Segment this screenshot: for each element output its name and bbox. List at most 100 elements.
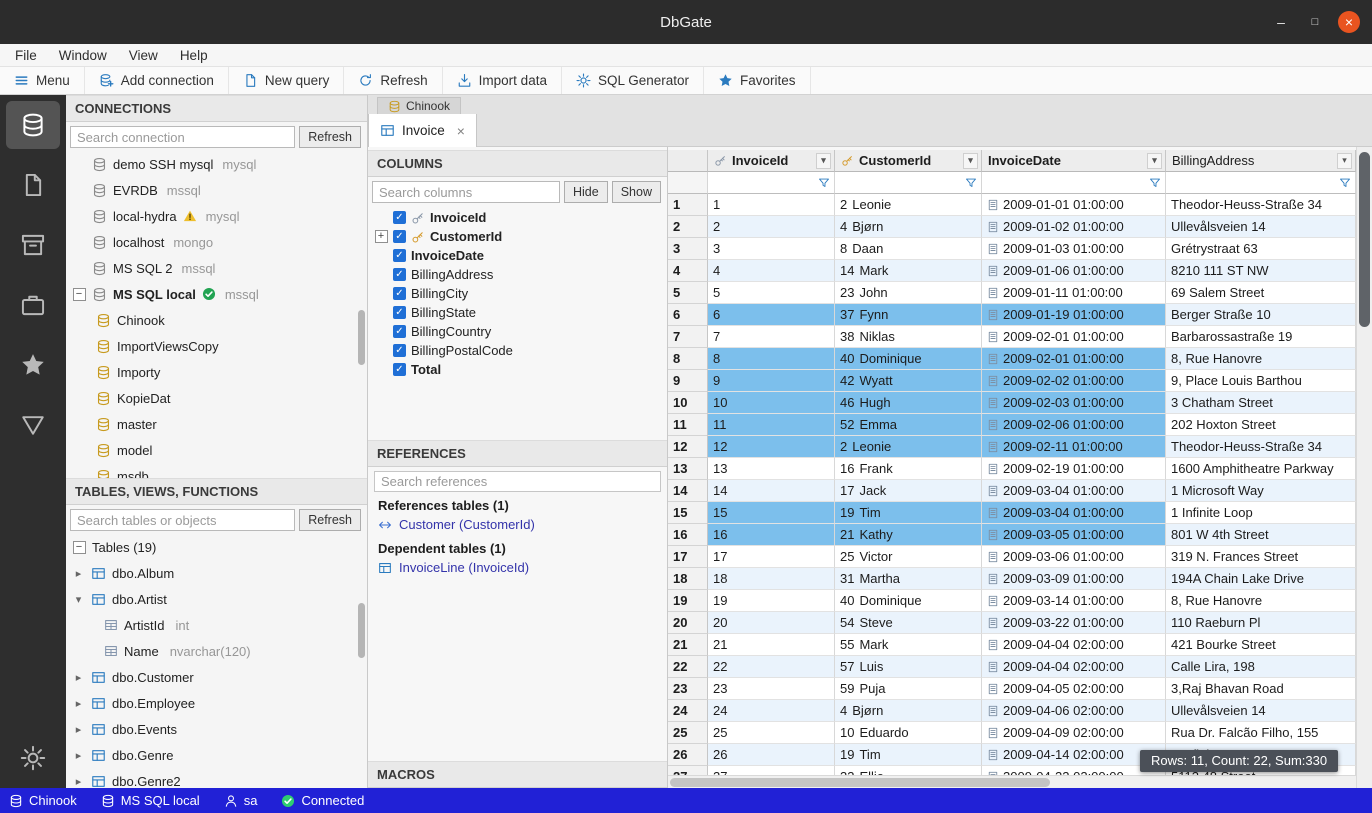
row-number-cell[interactable]: 8 <box>668 348 708 370</box>
cell-billingaddress[interactable]: Theodor-Heuss-Straße 34 <box>1166 194 1356 216</box>
cell-billingaddress[interactable]: 1 Infinite Loop <box>1166 502 1356 524</box>
connection-item-evrdb[interactable]: EVRDBmssql <box>66 177 367 203</box>
cell-invoicedate[interactable]: 2009-04-22 02:00:00 <box>982 766 1166 775</box>
filter-funnel-icon[interactable] <box>1339 177 1351 189</box>
connection-item-importy[interactable]: Importy <box>66 359 367 385</box>
cell-invoicedate[interactable]: 2009-04-05 02:00:00 <box>982 678 1166 700</box>
cell-invoicedate[interactable]: 2009-02-11 01:00:00 <box>982 436 1166 458</box>
cell-billingaddress[interactable]: Berger Straße 10 <box>1166 304 1356 326</box>
row-number-cell[interactable]: 10 <box>668 392 708 414</box>
cell-customerid[interactable]: 37Fynn <box>835 304 982 326</box>
cell-customerid[interactable]: 33Ellie <box>835 766 982 775</box>
cell-invoicedate[interactable]: 2009-04-06 02:00:00 <box>982 700 1166 722</box>
cell-invoicedate[interactable]: 2009-03-04 01:00:00 <box>982 480 1166 502</box>
toolbar-refresh[interactable]: Refresh <box>344 67 442 94</box>
cell-invoiceid[interactable]: 17 <box>708 546 835 568</box>
column-item-artistid[interactable]: ArtistIdint <box>66 612 367 638</box>
connection-item-importviewscopy[interactable]: ImportViewsCopy <box>66 333 367 359</box>
cell-invoiceid[interactable]: 15 <box>708 502 835 524</box>
connection-item-demo-ssh-mysql[interactable]: demo SSH mysqlmysql <box>66 151 367 177</box>
cell-invoiceid[interactable]: 14 <box>708 480 835 502</box>
cell-invoicedate[interactable]: 2009-01-03 01:00:00 <box>982 238 1166 260</box>
row-number-cell[interactable]: 18 <box>668 568 708 590</box>
cell-invoicedate[interactable]: 2009-04-09 02:00:00 <box>982 722 1166 744</box>
table-item-tables-19[interactable]: −Tables (19) <box>66 534 367 560</box>
cell-customerid[interactable]: 10Eduardo <box>835 722 982 744</box>
cell-customerid[interactable]: 17Jack <box>835 480 982 502</box>
cell-billingaddress[interactable]: 69 Salem Street <box>1166 282 1356 304</box>
cell-billingaddress[interactable]: 1 Microsoft Way <box>1166 480 1356 502</box>
cell-invoicedate[interactable]: 2009-04-04 02:00:00 <box>982 656 1166 678</box>
horizontal-scroll-thumb[interactable] <box>670 778 1050 787</box>
toolbar-import-data[interactable]: Import data <box>443 67 562 94</box>
cell-billingaddress[interactable]: 3 Chatham Street <box>1166 392 1356 414</box>
cell-customerid[interactable]: 19Tim <box>835 744 982 766</box>
connection-item-msdb[interactable]: msdb <box>66 463 367 478</box>
row-number-cell[interactable]: 5 <box>668 282 708 304</box>
filter-input-invoicedate[interactable] <box>986 176 1146 190</box>
cell-invoiceid[interactable]: 26 <box>708 744 835 766</box>
filter-funnel-icon[interactable] <box>818 177 830 189</box>
cell-customerid[interactable]: 57Luis <box>835 656 982 678</box>
toolbar-new-query[interactable]: New query <box>229 67 345 94</box>
column-checkbox-row-invoicedate[interactable]: ✓InvoiceDate <box>368 246 667 265</box>
row-number-cell[interactable]: 20 <box>668 612 708 634</box>
search-references-input[interactable] <box>374 471 661 492</box>
cell-invoiceid[interactable]: 5 <box>708 282 835 304</box>
cell-billingaddress[interactable]: Ullevålsveien 14 <box>1166 216 1356 238</box>
grid-vertical-scrollbar[interactable] <box>1356 147 1372 788</box>
database-tab-chinook[interactable]: Chinook <box>377 97 461 114</box>
cell-invoiceid[interactable]: 2 <box>708 216 835 238</box>
column-checkbox-row-billingaddress[interactable]: ✓BillingAddress <box>368 265 667 284</box>
column-header-invoicedate[interactable]: InvoiceDate▾ <box>982 150 1166 172</box>
reference-link-customer-customerid[interactable]: Customer (CustomerId) <box>378 517 657 532</box>
cell-customerid[interactable]: 21Kathy <box>835 524 982 546</box>
column-checkbox[interactable]: ✓ <box>393 230 406 243</box>
connection-item-localhost[interactable]: localhostmongo <box>66 229 367 255</box>
column-checkbox-row-invoiceid[interactable]: ✓InvoiceId <box>368 208 667 227</box>
column-header-billingaddress[interactable]: BillingAddress▾ <box>1166 150 1356 172</box>
cell-customerid[interactable]: 54Steve <box>835 612 982 634</box>
table-item-dbo-album[interactable]: ▸dbo.Album <box>66 560 367 586</box>
cell-customerid[interactable]: 42Wyatt <box>835 370 982 392</box>
vertical-scroll-thumb[interactable] <box>1359 152 1370 327</box>
cell-invoiceid[interactable]: 7 <box>708 326 835 348</box>
cell-invoiceid[interactable]: 4 <box>708 260 835 282</box>
statusbar-item-chinook[interactable]: Chinook <box>9 793 77 808</box>
statusbar-item-connected[interactable]: Connected <box>281 793 364 808</box>
row-number-cell[interactable]: 2 <box>668 216 708 238</box>
cell-billingaddress[interactable]: 9, Place Louis Barthou <box>1166 370 1356 392</box>
row-number-cell[interactable]: 4 <box>668 260 708 282</box>
filter-input-invoiceid[interactable] <box>712 176 815 190</box>
cell-customerid[interactable]: 16Frank <box>835 458 982 480</box>
cell-customerid[interactable]: 2Leonie <box>835 194 982 216</box>
column-checkbox[interactable]: ✓ <box>393 344 406 357</box>
row-number-cell[interactable]: 13 <box>668 458 708 480</box>
cell-customerid[interactable]: 4Bjørn <box>835 216 982 238</box>
row-number-cell[interactable]: 27 <box>668 766 708 775</box>
cell-invoiceid[interactable]: 22 <box>708 656 835 678</box>
cell-customerid[interactable]: 23John <box>835 282 982 304</box>
cell-invoiceid[interactable]: 20 <box>708 612 835 634</box>
chevron-right-icon[interactable]: ▸ <box>72 723 85 736</box>
menu-window[interactable]: Window <box>48 48 118 63</box>
column-checkbox[interactable]: ✓ <box>393 268 406 281</box>
column-checkbox-row-billingstate[interactable]: ✓BillingState <box>368 303 667 322</box>
cell-invoiceid[interactable]: 10 <box>708 392 835 414</box>
search-tables-input[interactable] <box>70 509 295 531</box>
rail-item-connections[interactable] <box>6 101 60 149</box>
toolbar-sql-generator[interactable]: SQL Generator <box>562 67 704 94</box>
cell-invoicedate[interactable]: 2009-03-22 01:00:00 <box>982 612 1166 634</box>
cell-invoicedate[interactable]: 2009-01-01 01:00:00 <box>982 194 1166 216</box>
connections-refresh-button[interactable]: Refresh <box>299 126 361 148</box>
cell-invoicedate[interactable]: 2009-03-06 01:00:00 <box>982 546 1166 568</box>
cell-invoicedate[interactable]: 2009-01-19 01:00:00 <box>982 304 1166 326</box>
cell-invoicedate[interactable]: 2009-01-11 01:00:00 <box>982 282 1166 304</box>
plus-expander-icon[interactable]: + <box>375 230 388 243</box>
chevron-right-icon[interactable]: ▸ <box>72 567 85 580</box>
cell-billingaddress[interactable]: Ullevålsveien 14 <box>1166 700 1356 722</box>
cell-invoiceid[interactable]: 8 <box>708 348 835 370</box>
cell-customerid[interactable]: 40Dominique <box>835 348 982 370</box>
row-number-cell[interactable]: 16 <box>668 524 708 546</box>
search-columns-input[interactable] <box>372 181 560 203</box>
